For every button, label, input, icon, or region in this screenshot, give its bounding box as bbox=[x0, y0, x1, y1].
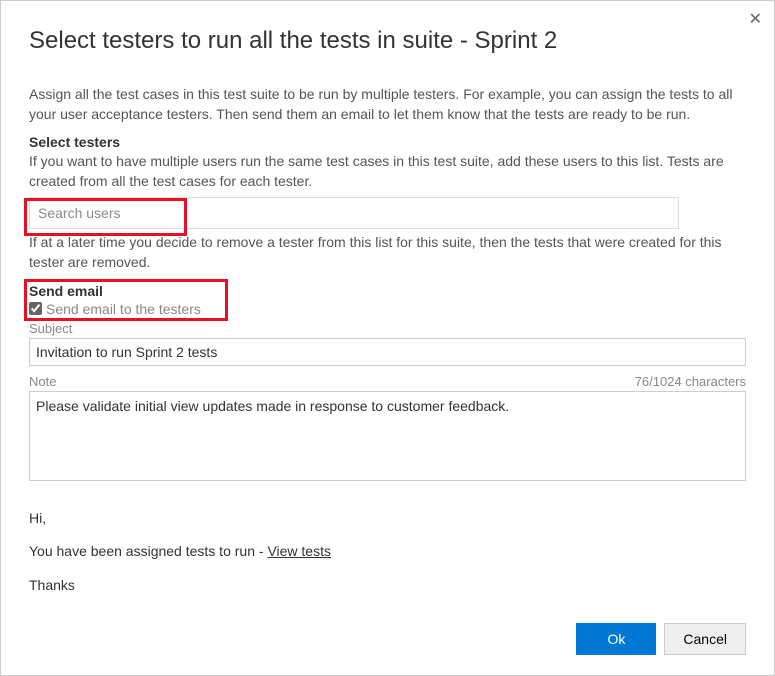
preview-line-text: You have been assigned tests to run - bbox=[29, 543, 267, 559]
char-count: 76/1024 characters bbox=[635, 374, 746, 389]
ok-button[interactable]: Ok bbox=[576, 623, 656, 655]
select-testers-header: Select testers bbox=[29, 134, 746, 150]
preview-greeting: Hi, bbox=[29, 502, 746, 536]
select-testers-dialog: ✕ Select testers to run all the tests in… bbox=[1, 1, 774, 675]
subject-input[interactable] bbox=[29, 338, 746, 366]
email-preview: Hi, You have been assigned tests to run … bbox=[29, 502, 746, 603]
send-email-checkbox-label: Send email to the testers bbox=[46, 301, 201, 317]
cancel-button[interactable]: Cancel bbox=[664, 623, 746, 655]
view-tests-link[interactable]: View tests bbox=[267, 543, 331, 559]
close-icon: ✕ bbox=[749, 11, 762, 28]
note-label: Note bbox=[29, 374, 56, 389]
send-email-checkbox[interactable] bbox=[29, 302, 42, 315]
close-button[interactable]: ✕ bbox=[749, 9, 762, 29]
search-users-input[interactable] bbox=[29, 197, 679, 229]
preview-closing: Thanks bbox=[29, 569, 746, 603]
remove-tester-note: If at a later time you decide to remove … bbox=[29, 233, 746, 272]
select-testers-helper: If you want to have multiple users run t… bbox=[29, 152, 746, 191]
subject-label: Subject bbox=[29, 321, 746, 336]
intro-text: Assign all the test cases in this test s… bbox=[29, 85, 746, 124]
dialog-title: Select testers to run all the tests in s… bbox=[29, 27, 746, 55]
note-textarea[interactable] bbox=[29, 391, 746, 481]
preview-line: You have been assigned tests to run - Vi… bbox=[29, 535, 746, 569]
send-email-header: Send email bbox=[29, 283, 746, 299]
dialog-footer: Ok Cancel bbox=[576, 623, 746, 655]
